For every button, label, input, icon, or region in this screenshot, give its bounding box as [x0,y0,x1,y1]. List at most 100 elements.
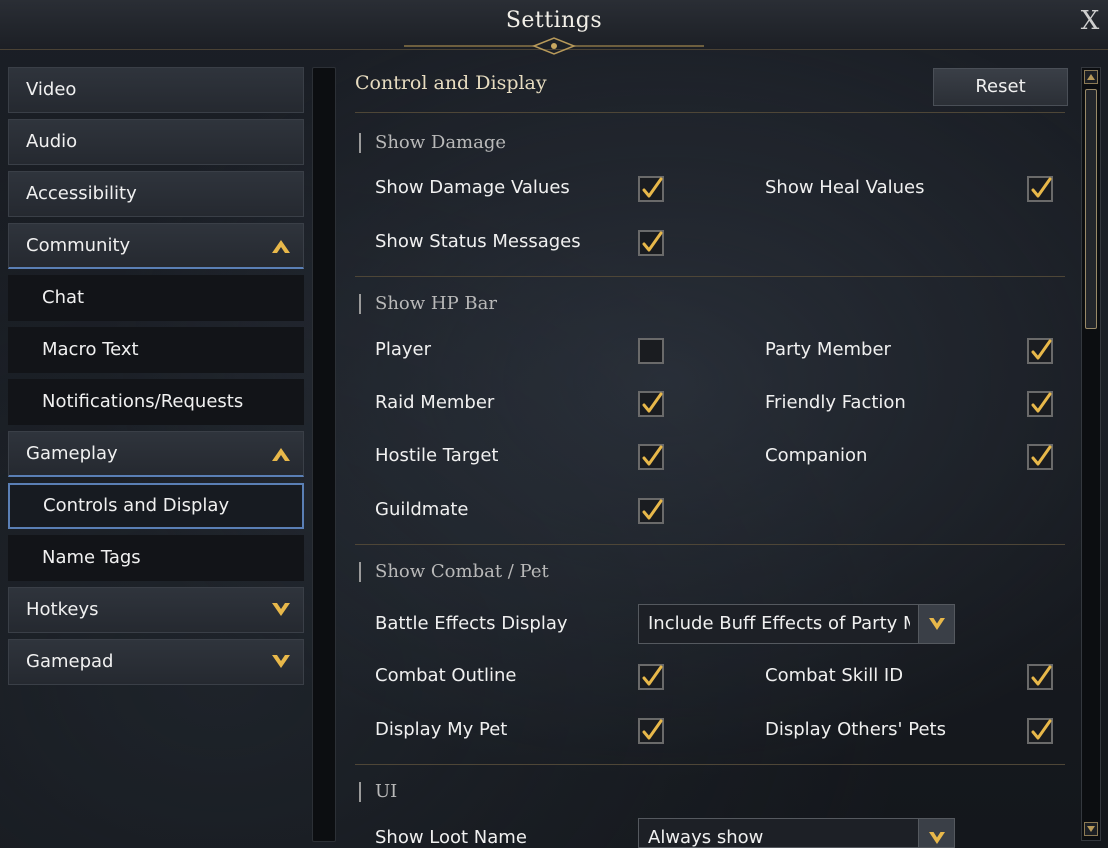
option-label: Show Heal Values [765,177,925,198]
check-icon [642,499,663,520]
check-icon [642,445,663,466]
title-bar: Settings X [0,0,1108,55]
check-icon [1031,177,1052,198]
option-label: Show Loot Name [375,827,527,848]
sidebar-item-name-tags[interactable]: Name Tags [8,535,304,581]
option-label: Display Others' Pets [765,719,946,740]
close-icon: X [1080,6,1100,36]
sidebar-item-label: Name Tags [42,547,141,568]
sidebar-item-macro-text[interactable]: Macro Text [8,327,304,373]
sidebar-item-notifications-requests[interactable]: Notifications/Requests [8,379,304,425]
checkbox-hp-hostile-target[interactable] [638,444,664,470]
checkbox-show-damage-values[interactable] [638,176,664,202]
chevron-up-icon [272,448,290,461]
option-label: Show Status Messages [375,231,581,252]
sidebar-item-label: Gamepad [26,651,114,672]
sidebar-item-label: Accessibility [26,183,137,204]
option-label: Show Damage Values [375,177,570,198]
dropdown-arrow[interactable] [918,819,954,847]
sidebar-scroll-track[interactable] [312,67,336,842]
checkbox-combat-outline[interactable] [638,664,664,690]
page-title: Control and Display [355,72,547,94]
close-button[interactable]: X [1076,6,1104,38]
check-icon [642,392,663,413]
check-icon [1031,719,1052,740]
option-label: Display My Pet [375,719,508,740]
option-label: Hostile Target [375,445,499,466]
sidebar-item-label: Video [26,79,77,100]
chevron-down-icon [272,603,290,616]
check-icon [642,719,663,740]
battle-effects-dropdown[interactable]: Include Buff Effects of Party M [638,604,955,644]
option-label: Guildmate [375,499,469,520]
option-label: Combat Outline [375,665,517,686]
checkbox-combat-skill-id[interactable] [1027,664,1053,690]
sidebar-item-label: Hotkeys [26,599,99,620]
checkbox-display-my-pet[interactable] [638,718,664,744]
check-icon [642,231,663,252]
option-label: Combat Skill ID [765,665,904,686]
scroll-down-button[interactable] [1084,822,1098,836]
section-title-show-damage: Show Damage [359,133,506,153]
dropdown-value: Always show [648,827,764,848]
sidebar-item-community[interactable]: Community [8,223,304,269]
option-label: Party Member [765,339,891,360]
option-label: Player [375,339,432,360]
section-title-show-combat-pet: Show Combat / Pet [359,562,549,582]
check-icon [1031,339,1052,360]
sidebar-item-accessibility[interactable]: Accessibility [8,171,304,217]
sidebar-item-video[interactable]: Video [8,67,304,113]
scroll-thumb[interactable] [1085,89,1097,329]
option-label: Raid Member [375,392,495,413]
window-title: Settings [505,8,603,33]
sidebar-item-label: Audio [26,131,78,152]
sidebar-item-hotkeys[interactable]: Hotkeys [8,587,304,633]
divider [355,276,1065,277]
checkbox-hp-raid-member[interactable] [638,391,664,417]
content-scrollbar[interactable] [1081,67,1101,841]
triangle-up-icon [1087,74,1095,80]
chevron-down-icon [929,832,945,844]
checkbox-show-status-messages[interactable] [638,230,664,256]
option-label: Battle Effects Display [375,613,568,634]
scroll-up-button[interactable] [1084,70,1098,84]
dropdown-arrow[interactable] [918,605,954,643]
chevron-up-icon [272,240,290,253]
check-icon [642,665,663,686]
option-label: Friendly Faction [765,392,906,413]
check-icon [1031,445,1052,466]
sidebar-item-audio[interactable]: Audio [8,119,304,165]
check-icon [642,177,663,198]
divider [355,544,1065,545]
sidebar-item-label: Chat [42,287,85,308]
sidebar-item-label: Controls and Display [43,495,230,516]
title-ornament-icon [404,37,704,55]
sidebar-item-gamepad[interactable]: Gamepad [8,639,304,685]
section-title-show-hp-bar: Show HP Bar [359,294,497,314]
sidebar-item-gameplay[interactable]: Gameplay [8,431,304,477]
checkbox-show-heal-values[interactable] [1027,176,1053,202]
check-icon [1031,665,1052,686]
reset-button[interactable]: Reset [933,68,1068,106]
checkbox-hp-friendly-faction[interactable] [1027,391,1053,417]
option-label: Companion [765,445,868,466]
section-title-ui: UI [359,782,397,802]
loot-name-dropdown[interactable]: Always show [638,818,955,848]
sidebar-item-label: Community [26,235,131,256]
sidebar-item-chat[interactable]: Chat [8,275,304,321]
checkbox-hp-party-member[interactable] [1027,338,1053,364]
divider [355,764,1065,765]
divider [355,112,1065,113]
checkbox-hp-guildmate[interactable] [638,498,664,524]
checkbox-hp-companion[interactable] [1027,444,1053,470]
sidebar-item-label: Notifications/Requests [42,391,244,412]
dropdown-value: Include Buff Effects of Party M [648,613,910,634]
check-icon [1031,392,1052,413]
checkbox-hp-player[interactable] [638,338,664,364]
sidebar-item-label: Gameplay [26,443,118,464]
sidebar-item-controls-and-display[interactable]: Controls and Display [8,483,304,529]
triangle-down-icon [1087,826,1095,832]
sidebar-item-label: Macro Text [42,339,139,360]
chevron-down-icon [272,655,290,668]
checkbox-display-others-pets[interactable] [1027,718,1053,744]
